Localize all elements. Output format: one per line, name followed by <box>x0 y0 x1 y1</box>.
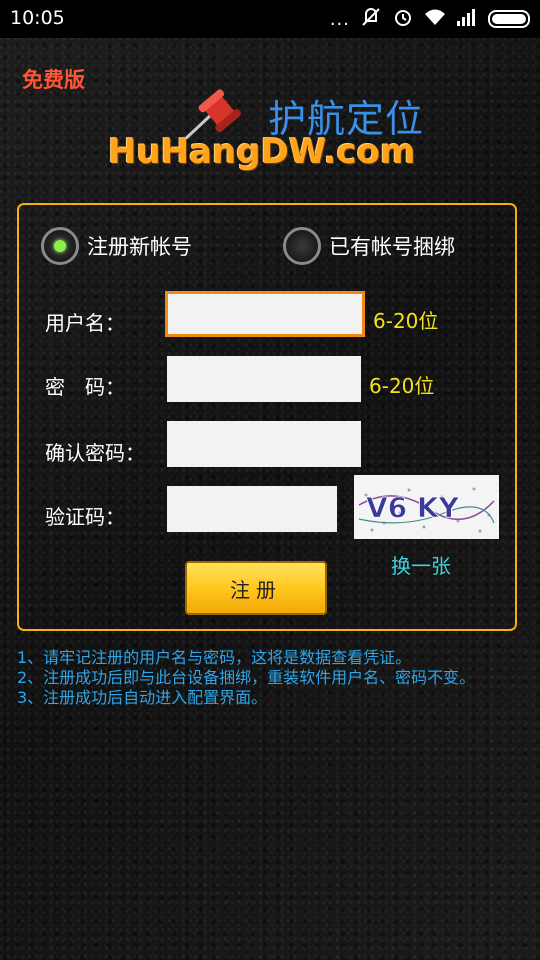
alarm-icon <box>392 6 414 32</box>
password-input[interactable] <box>167 356 361 402</box>
battery-icon <box>488 10 530 28</box>
radio-register-new-label: 注册新帐号 <box>87 235 192 259</box>
note-item: 3、注册成功后自动进入配置界面。 <box>17 688 268 707</box>
radio-register-new[interactable]: 注册新帐号 <box>41 227 192 265</box>
registration-panel: 注册新帐号 已有帐号捆绑 用户名： 6-20位 密 码： 6-20位 确认密码：… <box>17 203 517 631</box>
captcha-image[interactable]: V6 KY <box>354 475 499 539</box>
free-version-badge: 免费版 <box>22 68 85 92</box>
status-time: 10:05 <box>10 7 65 29</box>
captcha-input[interactable] <box>167 486 337 532</box>
radio-bind-existing[interactable]: 已有帐号捆绑 <box>283 227 455 265</box>
app-logo: 护航定位 HuHangDW.com <box>108 88 448 180</box>
radio-unchecked-icon <box>283 227 321 265</box>
register-button[interactable]: 注册 <box>185 561 327 615</box>
username-input[interactable] <box>165 291 365 337</box>
password-hint: 6-20位 <box>369 374 435 398</box>
note-item: 1、请牢记注册的用户名与密码，这将是数据查看凭证。 <box>17 648 412 667</box>
password-label: 密 码： <box>45 375 125 399</box>
radio-checked-icon <box>41 227 79 265</box>
signal-icon <box>456 6 478 32</box>
status-icons: ... <box>330 6 530 32</box>
radio-bind-existing-label: 已有帐号捆绑 <box>329 235 455 259</box>
refresh-captcha-link[interactable]: 换一张 <box>391 550 451 579</box>
logo-domain: HuHangDW.com <box>108 132 416 172</box>
captcha-label: 验证码： <box>45 505 125 529</box>
captcha-text: V6 KY <box>366 491 460 524</box>
username-label: 用户名： <box>45 311 125 335</box>
confirm-password-input[interactable] <box>167 421 361 467</box>
mute-icon <box>360 6 382 32</box>
more-dots: ... <box>329 8 350 30</box>
wifi-icon <box>424 6 446 32</box>
note-item: 2、注册成功后即与此台设备捆绑，重装软件用户名、密码不变。 <box>17 668 476 687</box>
notes-list: 1、请牢记注册的用户名与密码，这将是数据查看凭证。 2、注册成功后即与此台设备捆… <box>17 648 527 708</box>
confirm-password-label: 确认密码： <box>45 441 145 465</box>
username-hint: 6-20位 <box>373 309 439 333</box>
status-bar: 10:05 ... <box>0 0 540 38</box>
